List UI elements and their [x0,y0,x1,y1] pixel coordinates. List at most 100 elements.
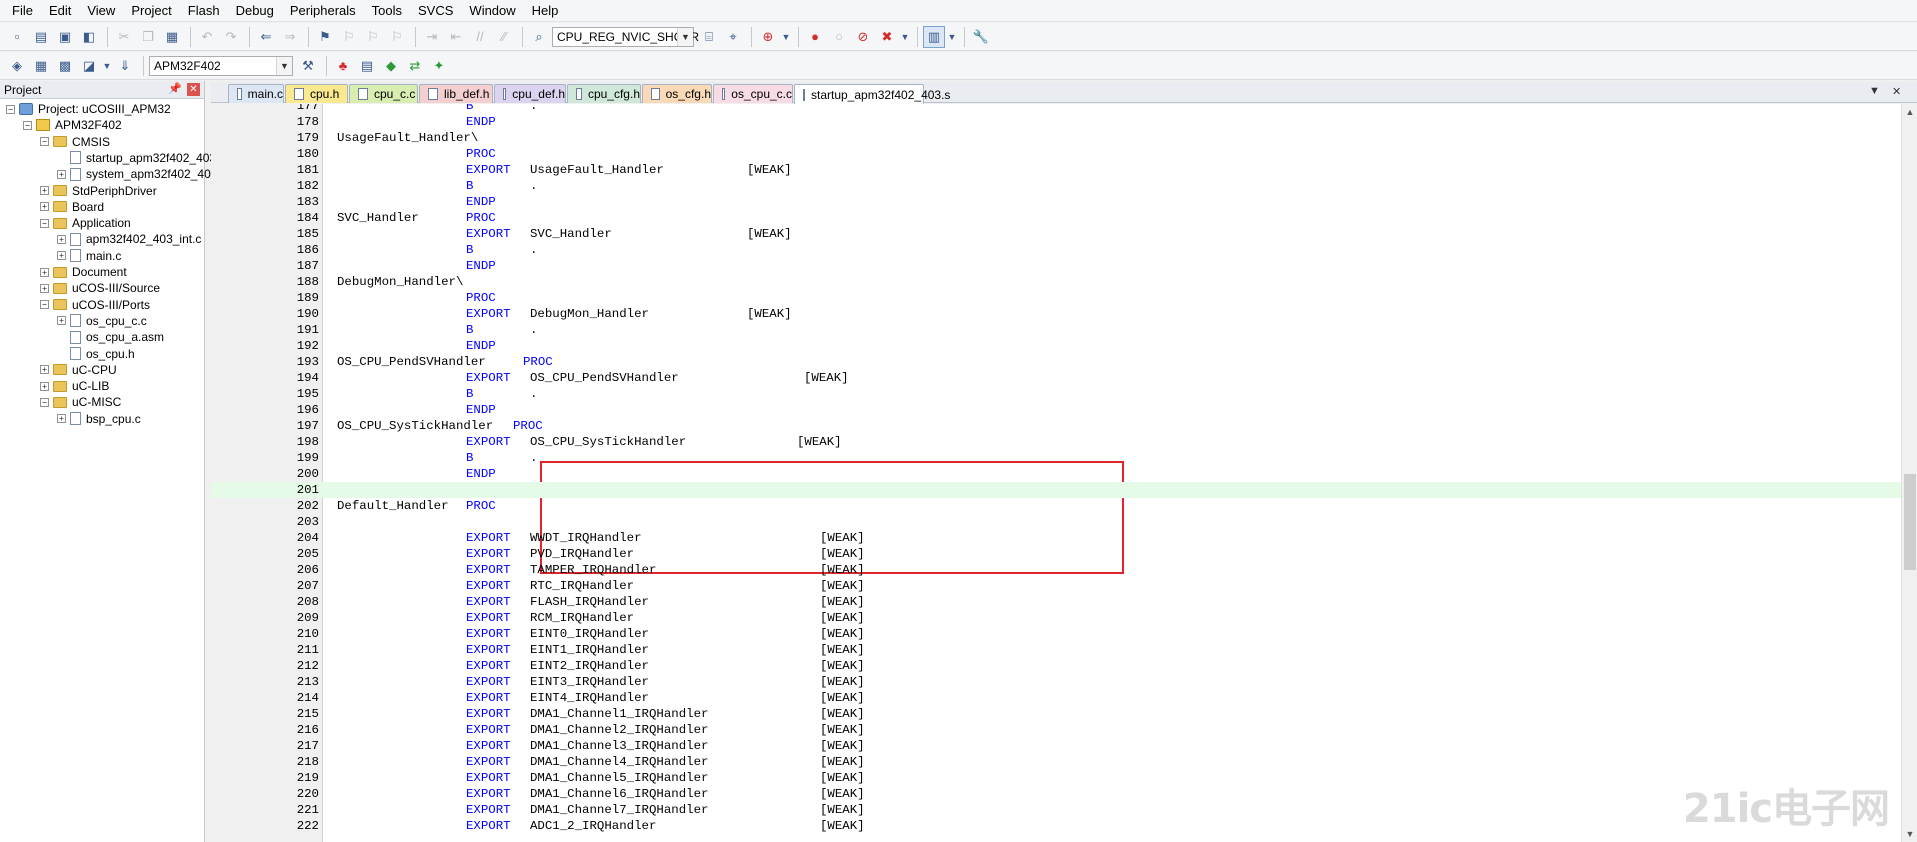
tree-item[interactable]: − Project: uCOSIII_APM32 [6,101,171,117]
batch-build-icon[interactable]: ◪ [78,55,100,77]
expand-icon[interactable]: + [40,186,49,195]
clear-bookmarks-icon[interactable]: ⚐ [386,26,408,48]
tree-item[interactable]: os_cpu_a.asm [57,329,164,345]
debug-session-icon[interactable]: ⊕ [757,26,779,48]
expand-icon[interactable]: + [40,202,49,212]
chevron-down-icon[interactable]: ▼ [102,55,112,77]
expand-icon[interactable]: + [57,251,66,261]
menu-flash[interactable]: Flash [180,0,228,22]
close-icon[interactable]: ✕ [187,83,200,96]
save-all-icon[interactable]: ◧ [78,26,100,48]
menu-window[interactable]: Window [461,0,523,22]
rebuild-icon[interactable]: ▩ [54,55,76,77]
menu-help[interactable]: Help [524,0,567,22]
download-load-icon[interactable]: ⇓ [114,55,136,77]
expand-icon[interactable]: + [57,316,66,326]
tree-item[interactable]: + Board [40,199,104,215]
tree-item[interactable]: − uCOS-III/Ports [40,297,150,313]
tree-item[interactable]: − uC-MISC [40,394,121,410]
menu-tools[interactable]: Tools [364,0,410,22]
code-editor[interactable]: 177 B. 178 ENDP 179 UsageFault_Handler\ 180 PRO… [211,104,1917,842]
tab-file[interactable]: main.c [228,84,284,103]
collapse-icon[interactable]: − [40,397,49,407]
next-bookmark-icon[interactable]: ⚐ [362,26,384,48]
tab-file[interactable]: cpu_c.c [349,84,418,103]
tree-item[interactable]: + main.c [57,248,121,264]
tab-file[interactable]: cpu_def.h [494,84,566,103]
vertical-scrollbar[interactable]: ▲ ▼ [1901,104,1917,842]
undo-icon[interactable]: ↶ [196,26,218,48]
tree-item[interactable]: − CMSIS [40,134,110,150]
tree-item[interactable]: + uCOS-III/Source [40,280,160,296]
expand-icon[interactable]: + [57,169,66,179]
unindent-icon[interactable]: ⇤ [445,26,467,48]
collapse-icon[interactable]: − [40,218,49,228]
tree-item[interactable]: + apm32f402_403_int.c [57,231,201,247]
copy-icon[interactable]: ❐ [137,26,159,48]
tab-file[interactable]: os_cpu_c.c [713,84,793,103]
menu-peripherals[interactable]: Peripherals [282,0,364,22]
menu-edit[interactable]: Edit [41,0,79,22]
indent-icon[interactable]: ⇥ [421,26,443,48]
find-in-files-icon[interactable]: ⌕ [528,26,550,48]
uncomment-icon[interactable]: ∕∕ [493,26,515,48]
open-file-icon[interactable]: ▤ [30,26,52,48]
tree-item[interactable]: − Application [40,215,131,231]
manage-project-items-icon[interactable]: ♣ [332,55,354,77]
paste-icon[interactable]: ▦ [161,26,183,48]
kill-breakpoints-icon[interactable]: ✖ [876,26,898,48]
tab-file[interactable]: cpu.h [285,84,348,103]
expand-icon[interactable]: + [57,414,66,424]
target-options-icon[interactable]: ⚒ [297,55,319,77]
scroll-up-icon[interactable]: ▲ [1902,104,1917,120]
navigate-forward-icon[interactable]: ⇒ [279,26,301,48]
target-select-combo[interactable]: APM32F402 ▼ [149,55,293,76]
expand-icon[interactable]: + [40,283,49,293]
chevron-down-icon[interactable]: ▼ [947,26,957,48]
build-icon[interactable]: ▦ [30,55,52,77]
new-file-icon[interactable]: ▫ [6,26,28,48]
tree-item[interactable]: + bsp_cpu.c [57,411,141,427]
navigate-back-icon[interactable]: ⇐ [255,26,277,48]
disable-breakpoints-icon[interactable]: ⊘ [852,26,874,48]
insert-breakpoint-icon[interactable]: ● [804,26,826,48]
tab-file[interactable]: startup_apm32f402_403.s [794,84,950,104]
pin-icon[interactable]: 📌 [168,82,182,95]
window-layout-icon[interactable]: ▥ [923,25,945,48]
chevron-down-icon[interactable]: ▼ [276,56,292,75]
tree-item[interactable]: startup_apm32f402_403.s [57,150,225,166]
collapse-icon[interactable]: − [6,104,15,114]
menu-view[interactable]: View [79,0,123,22]
menu-project[interactable]: Project [123,0,179,22]
tree-item[interactable]: + uC-LIB [40,378,109,394]
comment-icon[interactable]: // [469,26,491,48]
save-icon[interactable]: ▣ [54,26,76,48]
bookmark-icon[interactable]: ⚑ [314,26,336,48]
collapse-icon[interactable]: − [40,300,49,310]
manage-runtime-icon[interactable]: ✦ [428,55,450,77]
pack-installer-icon[interactable]: ⇄ [404,55,426,77]
expand-icon[interactable]: + [40,267,49,277]
expand-icon[interactable]: + [40,381,49,391]
tree-item[interactable]: − APM32F402 [23,117,122,133]
translate-icon[interactable]: ◈ [6,55,28,77]
file-extensions-icon[interactable]: ▤ [356,55,378,77]
enable-breakpoint-icon[interactable]: ○ [828,26,850,48]
incremental-find-icon[interactable]: ⌖ [722,26,744,48]
select-packs-icon[interactable]: ◆ [380,55,402,77]
collapse-icon[interactable]: − [40,137,49,147]
chevron-down-icon[interactable]: ▼ [781,26,791,48]
tab-file[interactable]: lib_def.h [419,84,493,103]
configure-wrench-icon[interactable]: 🔧 [970,26,992,48]
tree-item[interactable]: + system_apm32f402_403.c [57,166,227,182]
scroll-down-icon[interactable]: ▼ [1902,826,1917,842]
tree-item[interactable]: + os_cpu_c.c [57,313,147,329]
tab-list-chevron-icon[interactable]: ▼ [1869,85,1880,97]
scrollbar-thumb[interactable] [1904,474,1916,570]
tree-item[interactable]: + Document [40,264,127,280]
menu-file[interactable]: File [4,0,41,22]
redo-icon[interactable]: ↷ [220,26,242,48]
chevron-down-icon[interactable]: ▼ [677,27,693,46]
tab-file[interactable]: cpu_cfg.h [567,84,641,103]
cut-icon[interactable]: ✂ [113,26,135,48]
